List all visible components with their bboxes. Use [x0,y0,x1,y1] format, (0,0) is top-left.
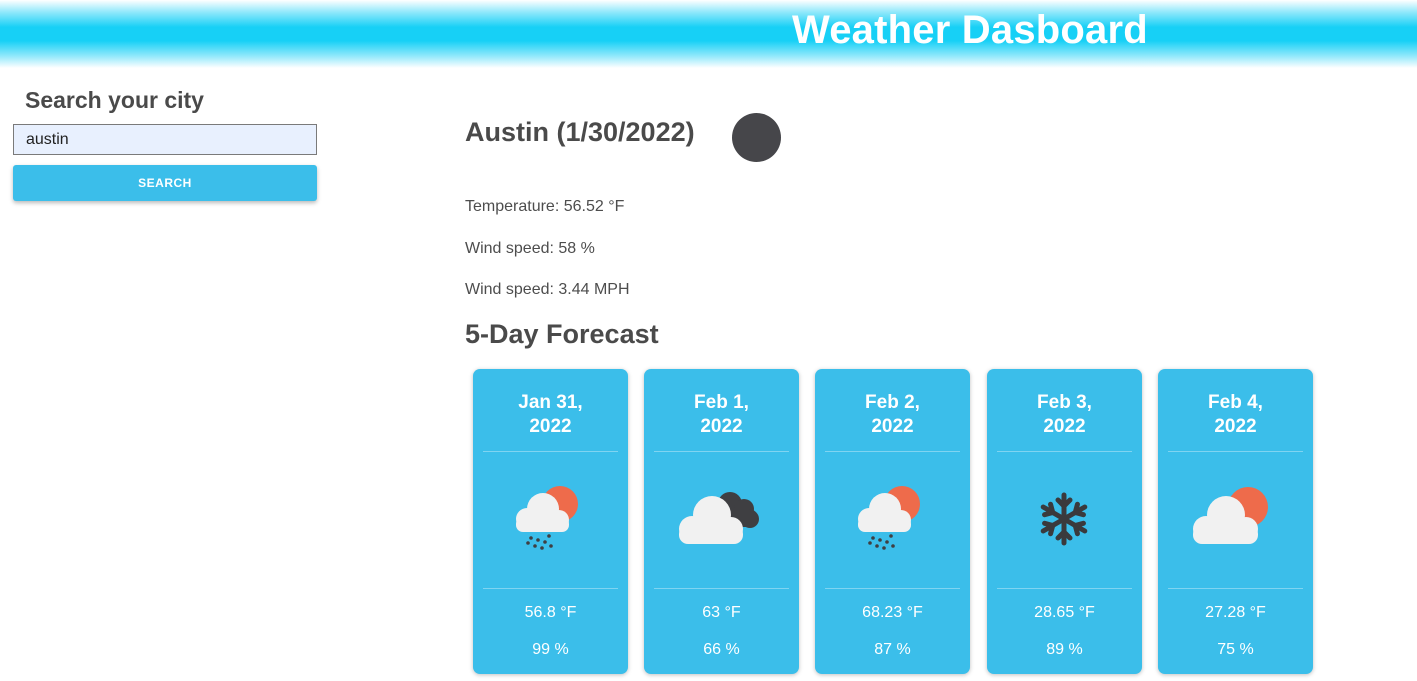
forecast-card: Feb 4, 2022 27.28 °F 75 % [1158,369,1313,674]
divider [825,451,960,452]
divider [654,588,789,589]
forecast-temperature: 56.8 °F [524,604,577,621]
forecast-date-line2: 2022 [700,416,743,437]
forecast-date: Feb 2, 2022 [815,391,970,439]
forecast-date-line1: Feb 4, [1208,392,1263,413]
divider [1168,451,1303,452]
snowflake-icon [1040,492,1088,546]
current-wind-speed: Wind speed: 3.44 MPH [465,281,630,298]
rain-sun-cloud-icon [858,486,920,550]
forecast-temperature: 63 °F [702,604,741,621]
overcast-cloud-icon [679,492,759,544]
forecast-card: Feb 1, 2022 63 °F 66 % [644,369,799,674]
divider [483,451,618,452]
forecast-humidity: 75 % [1217,641,1254,658]
forecast-humidity: 89 % [1046,641,1083,658]
rain-sun-cloud-icon [516,486,578,550]
partly-cloudy-icon [1193,487,1268,544]
forecast-date: Jan 31, 2022 [473,391,628,439]
divider [483,588,618,589]
header-banner: Weather Dasboard [0,0,1417,68]
forecast-temperature: 28.65 °F [1034,604,1095,621]
page-title: Weather Dasboard [792,8,1148,52]
forecast-date-line1: Feb 3, [1037,392,1092,413]
current-temperature: Temperature: 56.52 °F [465,198,625,215]
forecast-date: Feb 1, 2022 [644,391,799,439]
forecast-date-line2: 2022 [871,416,914,437]
forecast-date-line1: Jan 31, [518,392,583,413]
forecast-humidity: 87 % [874,641,911,658]
divider [825,588,960,589]
forecast-humidity: 66 % [703,641,740,658]
divider [997,451,1132,452]
forecast-temperature: 27.28 °F [1205,604,1266,621]
forecast-card: Feb 3, 2022 28.65 °F 89 % [987,369,1142,674]
search-heading: Search your city [25,87,204,113]
divider [997,588,1132,589]
forecast-date-line2: 2022 [529,416,572,437]
divider [654,451,789,452]
forecast-date: Feb 4, 2022 [1158,391,1313,439]
city-search-input[interactable] [13,124,317,155]
forecast-date-line1: Feb 1, [694,392,749,413]
current-humidity: Wind speed: 58 % [465,240,595,257]
forecast-date-line1: Feb 2, [865,392,920,413]
current-city-title: Austin (1/30/2022) [465,117,695,147]
forecast-date-line2: 2022 [1043,416,1086,437]
divider [1168,588,1303,589]
forecast-humidity: 99 % [532,641,569,658]
forecast-date-line2: 2022 [1214,416,1257,437]
forecast-card: Jan 31, 2022 56.8 °F 99 % [473,369,628,674]
weather-icon [732,113,781,162]
forecast-temperature: 68.23 °F [862,604,923,621]
search-button[interactable]: SEARCH [13,165,317,201]
forecast-date: Feb 3, 2022 [987,391,1142,439]
forecast-card: Feb 2, 2022 68.23 °F 87 % [815,369,970,674]
forecast-heading: 5-Day Forecast [465,319,659,349]
